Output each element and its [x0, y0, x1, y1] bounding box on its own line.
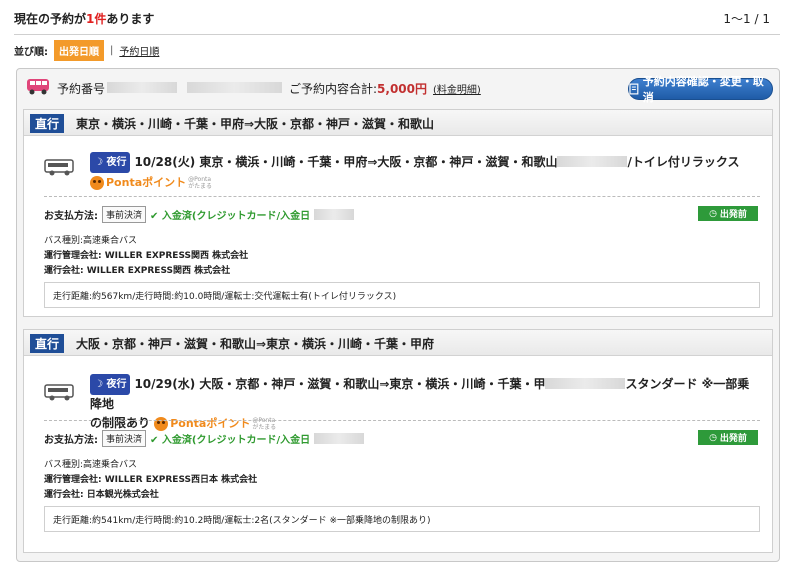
- fee-detail-link[interactable]: (料金明細): [433, 81, 481, 96]
- confirm-button-label: 予約内容確認・変更・取消: [642, 75, 764, 104]
- service-redacted: [545, 378, 626, 389]
- section-divider: [44, 420, 760, 421]
- clock-icon: ◷: [709, 208, 717, 219]
- direct-badge: 直行: [30, 114, 65, 133]
- page-title: 現在の予約が1件あります: [14, 10, 154, 27]
- payment-label: お支払方法:: [44, 211, 98, 222]
- service-info: ☽ 夜行 10/28(火) 東京・横浜・川崎・千葉・甲府⇒大阪・京都・神戸・滋賀・…: [90, 152, 760, 192]
- trip-route: 大阪・京都・神戸・滋賀・和歌山⇒東京・横浜・川崎・千葉・甲府: [76, 337, 435, 351]
- payment-row: お支払方法: 事前決済 ✔ 入金済(クレジットカード/入金日: [44, 430, 365, 447]
- bus-company-info: バス種別:高速乗合バス 運行管理会社: WILLER EXPRESS西日本 株式…: [44, 458, 257, 503]
- sort-separator: |: [110, 44, 114, 56]
- section-divider: [44, 196, 760, 197]
- confirm-change-cancel-button[interactable]: 予約内容確認・変更・取消: [628, 75, 773, 104]
- management-company: 運行管理会社: WILLER EXPRESS関西 株式会社: [44, 251, 249, 261]
- ponta-label: Pontaポイント: [106, 176, 187, 189]
- total-amount: ご予約内容合計:5,000円: [289, 80, 427, 97]
- service-redacted: [557, 156, 628, 167]
- night-bus-badge: ☽ 夜行: [90, 374, 131, 395]
- ponta-sub-label: @Ponta がたまる: [252, 417, 276, 431]
- night-bus-badge: ☽ 夜行: [90, 152, 131, 173]
- payment-row: お支払方法: 事前決済 ✔ 入金済(クレジットカード/入金日: [44, 206, 355, 223]
- trip-route: 東京・横浜・川崎・千葉・甲府⇒大阪・京都・神戸・滋賀・和歌山: [76, 117, 435, 131]
- payment-label: お支払方法:: [44, 435, 98, 446]
- departure-status-button[interactable]: ◷ 出発前: [698, 430, 758, 445]
- total-label: ご予約内容合計:: [289, 82, 378, 96]
- pagination: 1〜1 / 1: [723, 12, 770, 26]
- reservation-card: 予約番号 ご予約内容合計:5,000円 (料金明細) 予約内容確認・変更・取消 …: [16, 68, 780, 562]
- ponta-icon: [154, 416, 169, 431]
- bus-type: バス種別:高速乗合バス: [44, 460, 138, 470]
- reservation-summary: 予約番号 ご予約内容合計:5,000円 (料金明細) 予約内容確認・変更・取消: [17, 69, 779, 104]
- payment-date-redacted: [314, 209, 355, 220]
- header-divider: [14, 34, 780, 35]
- reservation-count: 1件: [86, 12, 107, 26]
- title-suffix: あります: [106, 12, 155, 26]
- total-value: 5,000円: [377, 82, 428, 96]
- trip-return: 直行 大阪・京都・神戸・滋賀・和歌山⇒東京・横浜・川崎・千葉・甲府 ☽ 夜行 10…: [23, 329, 773, 553]
- departure-status-label: 出発前: [719, 434, 747, 444]
- operating-company: 運行会社: 日本観光株式会社: [44, 490, 159, 500]
- bus-logo-icon: [27, 79, 49, 95]
- distance-info: 走行距離:約541km/走行時間:約10.2時間/運転士:2名(スタンダード ※…: [44, 506, 760, 532]
- ponta-points-badge: Pontaポイント @Ponta がたまる: [90, 173, 212, 192]
- page-header: 現在の予約が1件あります 1〜1 / 1: [14, 8, 780, 30]
- sort-by-booking-date[interactable]: 予約日順: [119, 43, 159, 58]
- trip-header: 直行 大阪・京都・神戸・滋賀・和歌山⇒東京・横浜・川崎・千葉・甲府: [24, 330, 772, 356]
- payment-date-redacted: [314, 433, 365, 444]
- service-text-line2: の制限あり: [90, 416, 151, 430]
- service-text: 10/29(水) 大阪・京都・神戸・滋賀・和歌山⇒東京・横浜・川崎・千葉・甲: [134, 377, 546, 391]
- night-badge-label: 夜行: [106, 379, 127, 390]
- trip-header: 直行 東京・横浜・川崎・千葉・甲府⇒大阪・京都・神戸・滋賀・和歌山: [24, 110, 772, 136]
- bus-company-info: バス種別:高速乗合バス 運行管理会社: WILLER EXPRESS関西 株式会…: [44, 234, 248, 279]
- payment-method-badge: 事前決済: [102, 430, 147, 447]
- sort-bar: 並び順: 出発日順 | 予約日順: [14, 39, 159, 61]
- service-text: 10/28(火) 東京・横浜・川崎・千葉・甲府⇒大阪・京都・神戸・滋賀・和歌山: [134, 155, 558, 169]
- departure-status-label: 出発前: [719, 210, 747, 220]
- payment-method-badge: 事前決済: [102, 206, 147, 223]
- management-company: 運行管理会社: WILLER EXPRESS西日本 株式会社: [44, 475, 258, 485]
- ponta-sub1: @Ponta: [188, 175, 212, 183]
- reservation-number-redacted: [107, 82, 177, 93]
- distance-info: 走行距離:約567km/走行時間:約10.0時間/運転士:交代運転士有(トイレ付…: [44, 282, 760, 308]
- sort-label: 並び順:: [14, 46, 48, 58]
- trip-outbound: 直行 東京・横浜・川崎・千葉・甲府⇒大阪・京都・神戸・滋賀・和歌山 ☽ 夜行 10…: [23, 109, 773, 317]
- night-badge-label: 夜行: [106, 157, 127, 168]
- departure-status-button[interactable]: ◷ 出発前: [698, 206, 758, 221]
- service-info: ☽ 夜行 10/29(水) 大阪・京都・神戸・滋賀・和歌山⇒東京・横浜・川崎・千葉…: [90, 374, 760, 433]
- reservation-number-label: 予約番号: [57, 82, 106, 96]
- direct-badge: 直行: [30, 334, 65, 353]
- clock-icon: ◷: [709, 432, 717, 443]
- reservation-number-redacted-2: [187, 82, 282, 93]
- ponta-icon: [90, 175, 104, 190]
- operating-company: 運行会社: WILLER EXPRESS関西 株式会社: [44, 266, 231, 276]
- sort-by-departure[interactable]: 出発日順: [54, 39, 104, 61]
- bus-icon: [44, 384, 74, 401]
- bus-icon: [44, 159, 74, 176]
- title-prefix: 現在の予約が: [14, 12, 87, 26]
- ponta-sub-label: @Ponta がたまる: [188, 176, 212, 190]
- ponta-sub2: がたまる: [188, 182, 212, 190]
- payment-status: ✔ 入金済(クレジットカード/入金日: [150, 435, 311, 446]
- bus-type: バス種別:高速乗合バス: [44, 236, 138, 246]
- service-text-tail: /トイレ付リラックス: [627, 155, 740, 169]
- document-icon: [629, 83, 639, 95]
- payment-status: ✔ 入金済(クレジットカード/入金日: [150, 211, 311, 222]
